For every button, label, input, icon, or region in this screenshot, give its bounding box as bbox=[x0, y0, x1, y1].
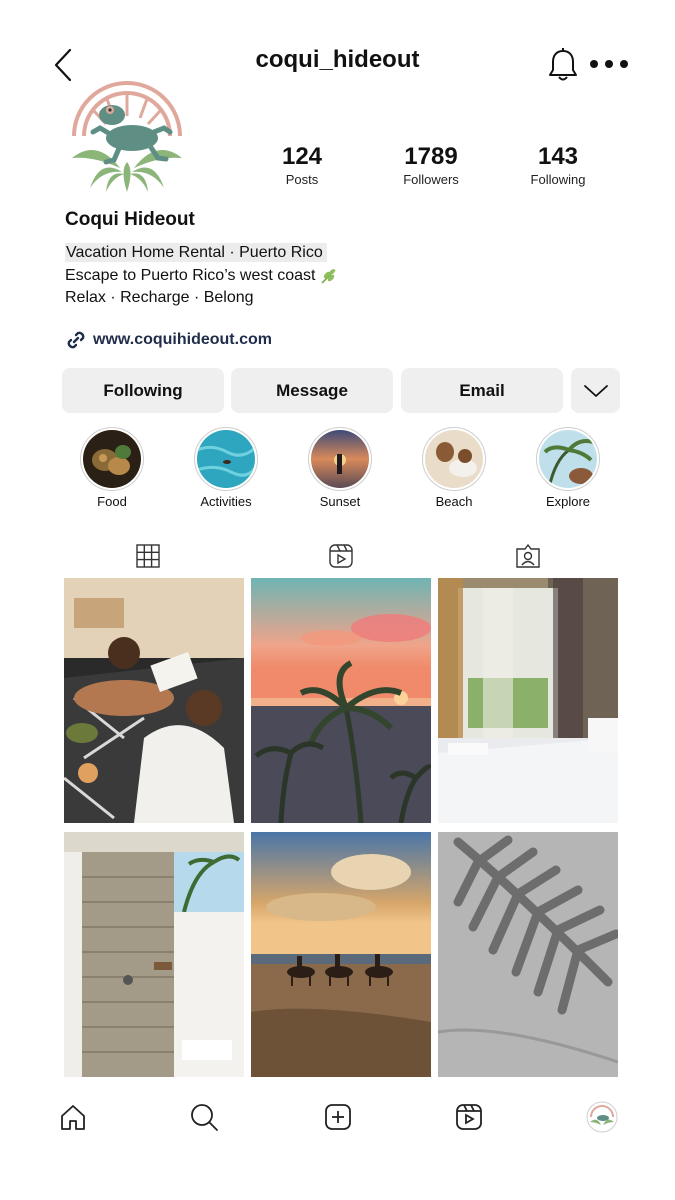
post-image-beach-reading bbox=[64, 578, 244, 823]
post-tile-6[interactable] bbox=[438, 832, 618, 1077]
profile-avatar-icon bbox=[586, 1101, 618, 1133]
reels-icon bbox=[329, 544, 353, 568]
more-dots-icon bbox=[590, 60, 628, 68]
link-icon bbox=[67, 331, 85, 349]
leaf-emoji-icon bbox=[320, 268, 336, 284]
highlight-beach[interactable]: Beach bbox=[404, 427, 504, 509]
followers-label: Followers bbox=[403, 172, 459, 187]
post-tile-4[interactable] bbox=[64, 832, 244, 1077]
highlight-thumbnail bbox=[80, 427, 144, 491]
tab-tagged[interactable] bbox=[514, 542, 542, 570]
profile-avatar[interactable] bbox=[62, 66, 192, 196]
following-button[interactable]: Following bbox=[62, 368, 224, 413]
post-tile-1[interactable] bbox=[64, 578, 244, 823]
highlight-sunset[interactable]: Sunset bbox=[290, 427, 390, 509]
posts-label: Posts bbox=[285, 172, 319, 187]
profile-bio: Vacation Home Rental · Puerto Rico Escap… bbox=[65, 242, 338, 310]
followers-count: 1789 bbox=[404, 143, 458, 170]
grid-icon bbox=[136, 544, 160, 568]
search-icon bbox=[191, 1104, 218, 1131]
post-tile-2[interactable] bbox=[251, 578, 431, 823]
suggestions-dropdown-button[interactable] bbox=[571, 368, 620, 413]
post-image-outdoor-shower bbox=[64, 832, 244, 1077]
nav-profile[interactable] bbox=[585, 1100, 619, 1134]
nav-reels[interactable] bbox=[452, 1100, 486, 1134]
website-text: www.coquihideout.com bbox=[93, 331, 272, 348]
nav-search[interactable] bbox=[187, 1100, 221, 1134]
followers-stat[interactable]: 1789 Followers bbox=[371, 142, 491, 188]
post-tile-3[interactable] bbox=[438, 578, 618, 823]
highlight-food[interactable]: Food bbox=[62, 427, 162, 509]
highlight-label: Beach bbox=[435, 494, 473, 509]
bio-line-2: Escape to Puerto Rico’s west coast bbox=[65, 266, 316, 284]
following-stat[interactable]: 143 Following bbox=[498, 142, 618, 188]
highlight-label: Explore bbox=[545, 494, 591, 509]
email-button[interactable]: Email bbox=[401, 368, 563, 413]
post-image-horseback-beach bbox=[251, 832, 431, 1077]
reels-icon bbox=[456, 1104, 482, 1130]
highlight-thumbnail bbox=[308, 427, 372, 491]
post-image-palm-shadow bbox=[438, 832, 618, 1077]
coqui-logo-icon bbox=[72, 81, 182, 192]
profile-display-name: Coqui Hideout bbox=[65, 209, 195, 230]
post-tile-5[interactable] bbox=[251, 832, 431, 1077]
highlight-label: Sunset bbox=[319, 494, 361, 509]
post-image-bedroom bbox=[438, 578, 618, 823]
tab-reels[interactable] bbox=[327, 542, 355, 570]
notifications-button[interactable] bbox=[545, 46, 581, 84]
posts-stat: 124 Posts bbox=[242, 142, 362, 188]
website-link[interactable]: www.coquihideout.com bbox=[65, 328, 272, 352]
create-icon bbox=[325, 1104, 351, 1130]
highlight-thumbnail bbox=[194, 427, 258, 491]
nav-create[interactable] bbox=[321, 1100, 355, 1134]
highlight-thumbnail bbox=[536, 427, 600, 491]
bio-line-3: Relax · Recharge · Belong bbox=[65, 289, 254, 306]
highlight-label: Food bbox=[97, 494, 127, 509]
bio-category: Vacation Home Rental · Puerto Rico bbox=[65, 243, 327, 262]
highlight-thumbnail bbox=[422, 427, 486, 491]
home-icon bbox=[61, 1105, 85, 1130]
chevron-down-icon bbox=[583, 384, 608, 397]
following-count: 143 bbox=[537, 143, 579, 170]
bell-icon bbox=[549, 48, 577, 81]
posts-count: 124 bbox=[281, 143, 323, 170]
more-options-button[interactable] bbox=[586, 50, 632, 78]
message-button[interactable]: Message bbox=[231, 368, 393, 413]
highlight-activities[interactable]: Activities bbox=[176, 427, 276, 509]
following-label: Following bbox=[530, 172, 586, 187]
highlight-explore[interactable]: Explore bbox=[518, 427, 618, 509]
post-image-palm-sunset bbox=[251, 578, 431, 823]
nav-home[interactable] bbox=[56, 1100, 90, 1134]
tagged-icon bbox=[516, 543, 540, 568]
tab-posts-grid[interactable] bbox=[134, 542, 162, 570]
highlight-label: Activities bbox=[200, 494, 252, 509]
